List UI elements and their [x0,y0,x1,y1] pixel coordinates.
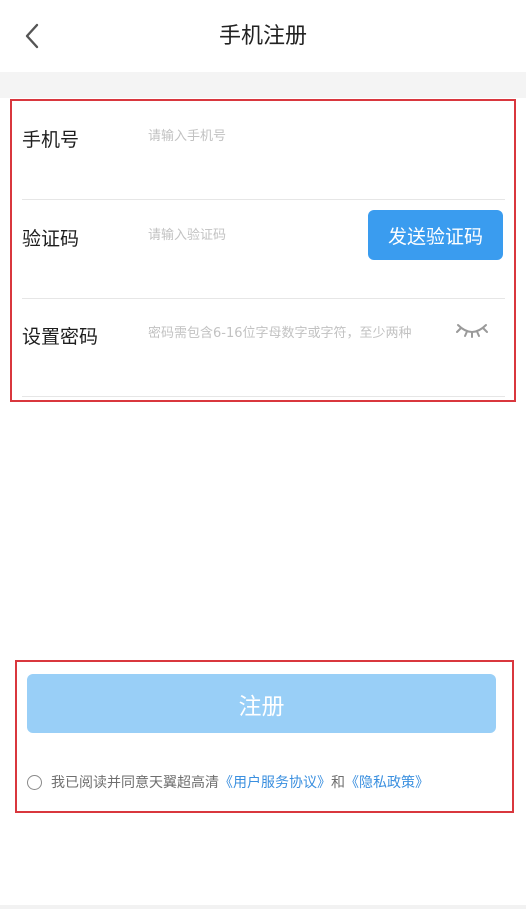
agreement-and-text: 和 [331,775,345,791]
agreement-checkbox[interactable] [27,774,42,790]
registration-form: 手机号 验证码 发送验证码 设置密码 [10,99,516,402]
password-input[interactable] [148,318,448,348]
eye-closed-icon[interactable] [452,315,492,345]
code-input[interactable] [148,220,363,250]
phone-row: 手机号 [22,101,505,200]
password-row: 设置密码 [22,298,505,397]
top-app-bar: 手机注册 [0,0,526,72]
bottom-divider [0,905,526,909]
send-code-button[interactable]: 发送验证码 [368,210,503,260]
eye-closed-svg [456,324,488,338]
agreement-row: 我已阅读并同意天翼超高清 《用户服务协议》 和 《隐私政策》 [27,770,497,794]
code-label: 验证码 [22,228,80,250]
service-agreement-link[interactable]: 《用户服务协议》 [219,772,331,792]
register-actions: 注册 我已阅读并同意天翼超高清 《用户服务协议》 和 《隐私政策》 [15,660,514,813]
page-title: 手机注册 [218,24,307,49]
phone-label: 手机号 [22,129,80,151]
agreement-text: 我已阅读并同意天翼超高清 [51,775,219,791]
privacy-policy-link[interactable]: 《隐私政策》 [345,772,429,792]
register-button[interactable]: 注册 [27,674,496,733]
phone-input[interactable] [148,121,488,151]
password-label: 设置密码 [22,326,99,348]
header-divider [0,72,526,98]
